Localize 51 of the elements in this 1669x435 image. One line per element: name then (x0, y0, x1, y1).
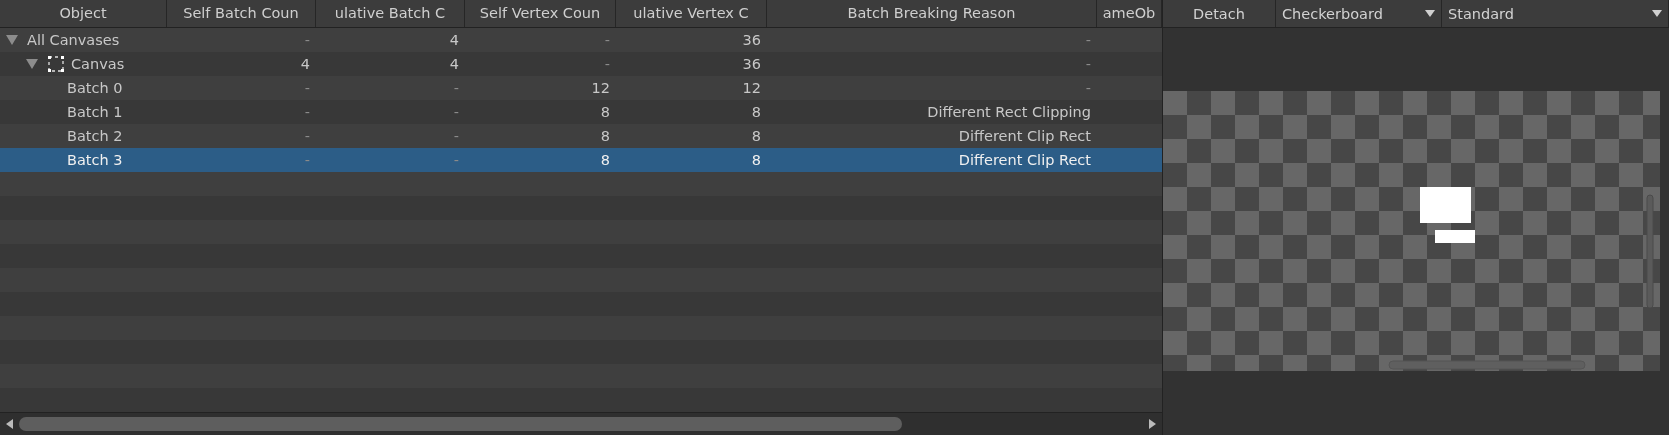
table-cell: - (304, 128, 310, 144)
table-cell: - (604, 32, 610, 48)
table-cell: - (304, 80, 310, 96)
column-header[interactable]: ulative Batch C (334, 0, 446, 27)
rect-transform-icon (47, 55, 65, 73)
tree-item[interactable]: Batch 3 (67, 148, 123, 172)
tree-item[interactable]: Batch 0 (67, 76, 123, 100)
table-cell: 4 (449, 32, 459, 48)
table-cell: - (453, 128, 459, 144)
scrollbar-thumb[interactable] (19, 417, 902, 431)
scroll-right-icon[interactable] (1149, 419, 1156, 429)
table-cell: - (453, 104, 459, 120)
expanded-arrow-icon[interactable] (26, 59, 38, 69)
table-cell: - (1085, 80, 1091, 96)
column-header[interactable]: Self Batch Coun (183, 0, 299, 27)
dropdown-arrow-icon (1425, 10, 1435, 17)
table-cell: 4 (449, 56, 459, 72)
table-cell: - (604, 56, 610, 72)
table-cell: Different Clip Rect (958, 152, 1091, 168)
table-cell: Different Rect Clipping (927, 104, 1091, 120)
table-cell: - (453, 152, 459, 168)
column-header[interactable]: ameOb (1102, 0, 1156, 27)
tree-item[interactable]: All Canvases (27, 28, 120, 52)
table-cell: - (1085, 56, 1091, 72)
table-cell: 8 (600, 104, 610, 120)
table-cell: 12 (742, 80, 761, 96)
table-cell: - (1085, 32, 1091, 48)
table-cell: 36 (742, 56, 761, 72)
tree-item[interactable]: Batch 2 (67, 124, 123, 148)
dropdown-arrow-icon (1652, 10, 1662, 17)
scroll-left-icon[interactable] (6, 419, 13, 429)
table-cell: 8 (600, 128, 610, 144)
table-cell: 36 (742, 32, 761, 48)
table-cell: 8 (751, 152, 761, 168)
column-header[interactable]: Self Vertex Coun (479, 0, 601, 27)
table-cell: - (453, 80, 459, 96)
tree-item[interactable]: Canvas (71, 52, 125, 76)
table-cell: 8 (751, 104, 761, 120)
column-header[interactable]: ulative Vertex C (633, 0, 749, 27)
table-cell: - (304, 152, 310, 168)
column-header[interactable]: Batch Breaking Reason (847, 0, 1016, 27)
tree-item[interactable]: Batch 1 (67, 100, 123, 124)
table-cell: 4 (300, 56, 310, 72)
table-cell: Different Clip Rect (958, 128, 1091, 144)
expanded-arrow-icon[interactable] (6, 35, 18, 45)
table-cell: - (304, 32, 310, 48)
table-cell: 12 (591, 80, 610, 96)
column-header[interactable]: Object (59, 0, 107, 27)
table-cell: - (304, 104, 310, 120)
table-cell: 8 (600, 152, 610, 168)
table-cell: 8 (751, 128, 761, 144)
